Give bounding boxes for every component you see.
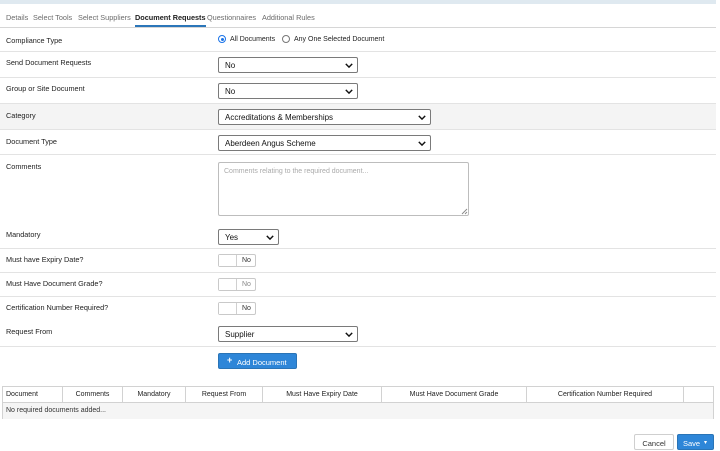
add-document-button-label: Add Document (237, 357, 287, 367)
request-from-label: Request From (6, 327, 53, 336)
send-document-requests-row: Send Document Requests No (0, 52, 716, 78)
certification-number-required-value: No (242, 304, 251, 312)
toggle-knob (219, 279, 237, 290)
chevron-down-icon (266, 235, 274, 241)
tab-select-tools[interactable]: Select Tools (33, 13, 72, 22)
must-have-expiry-date-row: Must have Expiry Date? No (0, 249, 716, 273)
save-button[interactable]: Save ▾ (677, 434, 714, 450)
cancel-button[interactable]: Cancel (634, 434, 674, 450)
column-header-mandatory: Mandatory (122, 387, 185, 403)
document-type-row: Document Type Aberdeen Angus Scheme (0, 130, 716, 155)
tab-additional-rules[interactable]: Additional Rules (262, 13, 315, 22)
column-header-must-have-document-grade: Must Have Document Grade (381, 387, 526, 403)
must-have-expiry-date-label: Must have Expiry Date? (6, 255, 84, 264)
table-header: Document Comments Mandatory Request From… (3, 387, 713, 403)
column-header-comments: Comments (62, 387, 122, 403)
tab-document-requests[interactable]: Document Requests (135, 13, 206, 27)
column-header-actions (683, 387, 713, 403)
document-type-select[interactable]: Aberdeen Angus Scheme (218, 135, 431, 151)
caret-down-icon: ▾ (704, 440, 708, 446)
group-or-site-document-value: No (225, 87, 236, 96)
category-value: Accreditations & Memberships (225, 113, 334, 122)
tab-questionnaires[interactable]: Questionnaires (207, 13, 256, 22)
document-type-label: Document Type (6, 137, 57, 146)
must-have-expiry-date-toggle[interactable]: No (218, 254, 256, 267)
toggle-knob (219, 255, 237, 266)
column-header-request-from: Request From (185, 387, 262, 403)
radio-all-documents[interactable] (218, 35, 226, 43)
mandatory-label: Mandatory (6, 230, 41, 239)
radio-any-one-selected-document-label: Any One Selected Document (294, 36, 385, 43)
chevron-down-icon (345, 332, 353, 338)
category-label: Category (6, 111, 36, 120)
document-type-value: Aberdeen Angus Scheme (225, 139, 316, 148)
plus-icon: + (227, 355, 233, 365)
must-have-expiry-date-value: No (242, 256, 251, 264)
tab-bar: Details Select Tools Select Suppliers Do… (0, 10, 716, 28)
tab-select-suppliers[interactable]: Select Suppliers (78, 13, 131, 22)
compliance-type-row: Compliance Type All Documents Any One Se… (0, 28, 716, 52)
category-select[interactable]: Accreditations & Memberships (218, 109, 431, 125)
chevron-down-icon (418, 115, 426, 121)
category-row: Category Accreditations & Memberships (0, 104, 716, 130)
must-have-document-grade-value: No (242, 280, 251, 288)
add-document-button[interactable]: + Add Document (218, 353, 297, 369)
table-body: No required documents added... (3, 403, 713, 419)
mandatory-row: Mandatory Yes (0, 225, 716, 249)
top-accent-bar (0, 0, 716, 4)
send-document-requests-select[interactable]: No (218, 57, 358, 73)
tab-details[interactable]: Details (6, 13, 28, 22)
chevron-down-icon (345, 89, 353, 95)
resize-grip-icon[interactable] (460, 207, 468, 215)
required-documents-table: Document Comments Mandatory Request From… (2, 386, 714, 419)
certification-number-required-label: Certification Number Required? (6, 303, 109, 312)
toggle-knob (219, 303, 237, 314)
must-have-document-grade-label: Must Have Document Grade? (6, 279, 103, 288)
comments-label: Comments (6, 162, 42, 171)
send-document-requests-value: No (225, 61, 236, 70)
must-have-document-grade-row: Must Have Document Grade? No (0, 273, 716, 297)
column-header-must-have-expiry-date: Must Have Expiry Date (262, 387, 381, 403)
radio-any-one-selected-document[interactable] (282, 35, 290, 43)
save-button-label: Save (683, 438, 701, 448)
send-document-requests-label: Send Document Requests (6, 58, 92, 67)
mandatory-select[interactable]: Yes (218, 229, 279, 245)
chevron-down-icon (418, 141, 426, 147)
request-from-value: Supplier (225, 330, 255, 339)
chevron-down-icon (345, 63, 353, 69)
group-or-site-document-label: Group or Site Document (6, 84, 85, 93)
certification-number-required-row: Certification Number Required? No (0, 297, 716, 321)
comments-textarea[interactable] (218, 162, 469, 216)
group-or-site-document-select[interactable]: No (218, 83, 358, 99)
table-empty-message: No required documents added... (6, 407, 107, 414)
mandatory-value: Yes (225, 233, 239, 242)
column-header-document: Document (6, 391, 38, 398)
group-or-site-document-row: Group or Site Document No (0, 78, 716, 104)
compliance-type-label: Compliance Type (6, 36, 63, 45)
radio-all-documents-label: All Documents (230, 36, 276, 43)
must-have-document-grade-toggle[interactable]: No (218, 278, 256, 291)
request-from-row: Request From Supplier (0, 321, 716, 347)
column-header-certification-number-required: Certification Number Required (526, 387, 683, 403)
request-from-select[interactable]: Supplier (218, 326, 358, 342)
certification-number-required-toggle[interactable]: No (218, 302, 256, 315)
comments-row: Comments (0, 155, 716, 225)
